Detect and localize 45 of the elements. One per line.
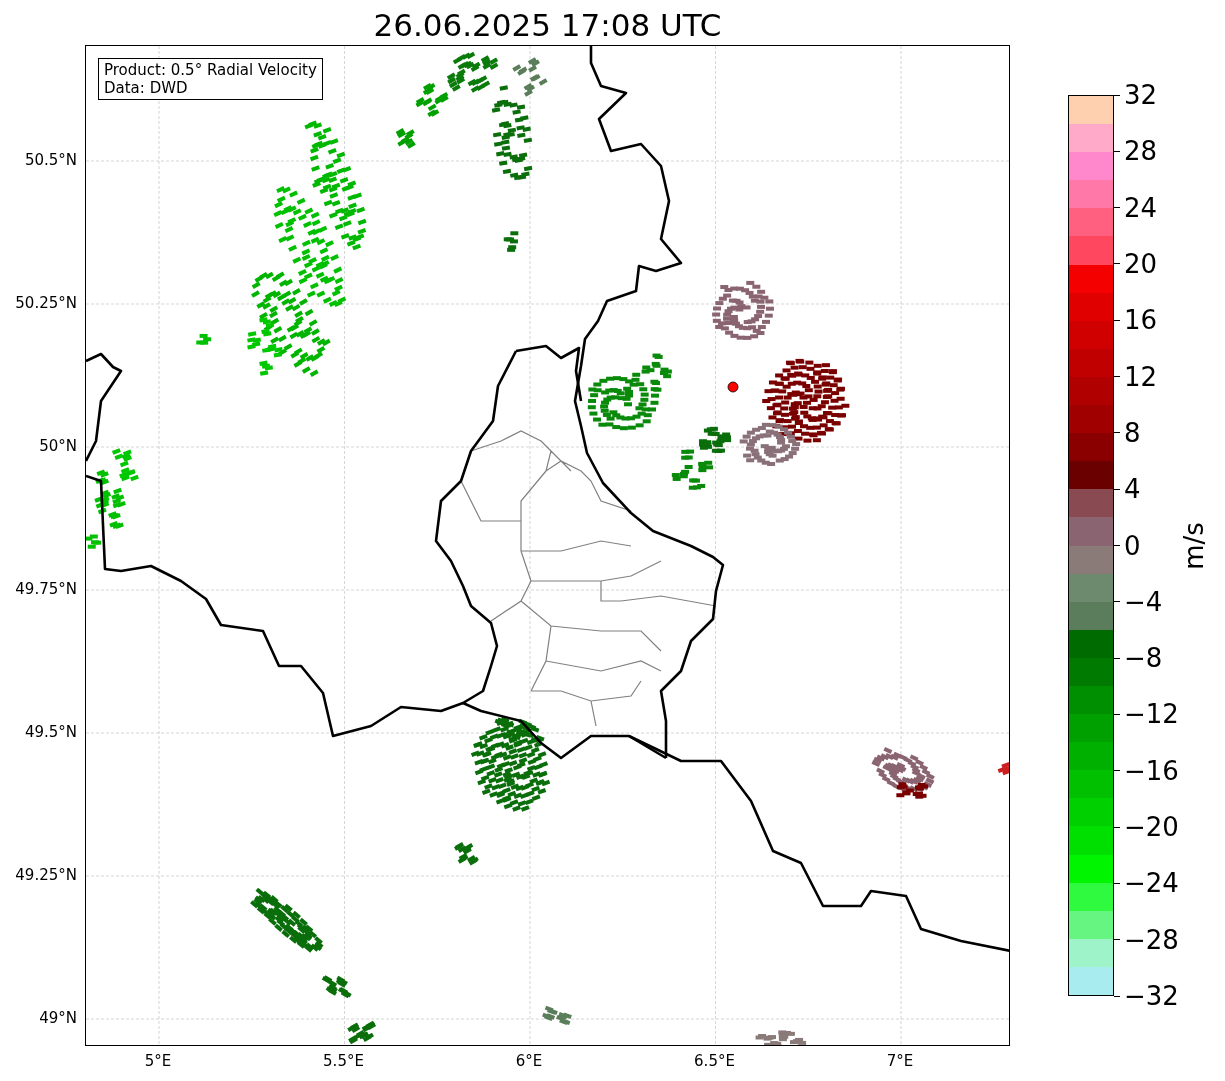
latitude-label: 49°N <box>39 1009 77 1027</box>
radar-echo <box>712 280 774 340</box>
longitude-label: 5°E <box>144 1052 172 1070</box>
colorbar-tick-label: 24 <box>1124 192 1158 223</box>
radar-echo <box>196 333 212 345</box>
colorbar-tick-label: −8 <box>1124 643 1163 674</box>
colorbar-tick-label: 8 <box>1124 417 1141 448</box>
latitude-label: 50°N <box>39 437 77 455</box>
chart-title: 26.06.2025 17:08 UTC <box>373 6 722 45</box>
latitude-label: 50.5°N <box>24 151 77 169</box>
info-text: Product: 0.5° Radial Velocity <box>104 61 317 79</box>
colorbar-tick-label: −32 <box>1124 981 1179 1011</box>
latitude-label: 50.25°N <box>15 294 77 312</box>
colorbar-tick-label: 12 <box>1124 361 1158 392</box>
radar-echo <box>755 1030 807 1045</box>
longitude-label: 7°E <box>886 1052 914 1070</box>
colorbar-tick-label: 0 <box>1124 530 1141 561</box>
radar-site-marker <box>727 381 739 393</box>
radar-echo <box>454 841 479 866</box>
latitude-label: 49.75°N <box>15 580 77 598</box>
colorbar-tick-label: −12 <box>1124 699 1179 730</box>
longitude-label: 6°E <box>515 1052 543 1070</box>
radar-echo <box>347 1020 377 1045</box>
latitude-label: 49.25°N <box>15 866 77 884</box>
colorbar-tick-label: −16 <box>1124 755 1179 786</box>
colorbar-tick-label: 4 <box>1124 474 1141 505</box>
colorbar-tick-label: 28 <box>1124 136 1158 167</box>
longitude-label: 5.5°E <box>323 1052 364 1070</box>
colorbar-tick-label: 16 <box>1124 305 1158 336</box>
radar-echo <box>503 231 519 252</box>
longitude-label: 6.5°E <box>694 1052 735 1070</box>
latitude-label: 49.5°N <box>24 723 77 741</box>
info-text: Data: DWD <box>104 79 189 97</box>
colorbar-unit-label: m/s <box>1179 521 1209 570</box>
radar-echo <box>86 534 102 549</box>
radar-echo <box>395 128 416 149</box>
colorbar-tick-label: 20 <box>1124 248 1158 279</box>
colorbar-tick-label: 32 <box>1124 80 1158 110</box>
colorbar-tick-label: −4 <box>1124 586 1163 617</box>
radar-echo <box>321 975 352 999</box>
radar-echo <box>997 762 1009 776</box>
colorbar-tick-label: −20 <box>1124 812 1179 843</box>
colorbar-tick-label: −24 <box>1124 868 1179 899</box>
colorbar-tick-label: −28 <box>1124 924 1179 955</box>
radar-echo <box>542 1005 572 1026</box>
